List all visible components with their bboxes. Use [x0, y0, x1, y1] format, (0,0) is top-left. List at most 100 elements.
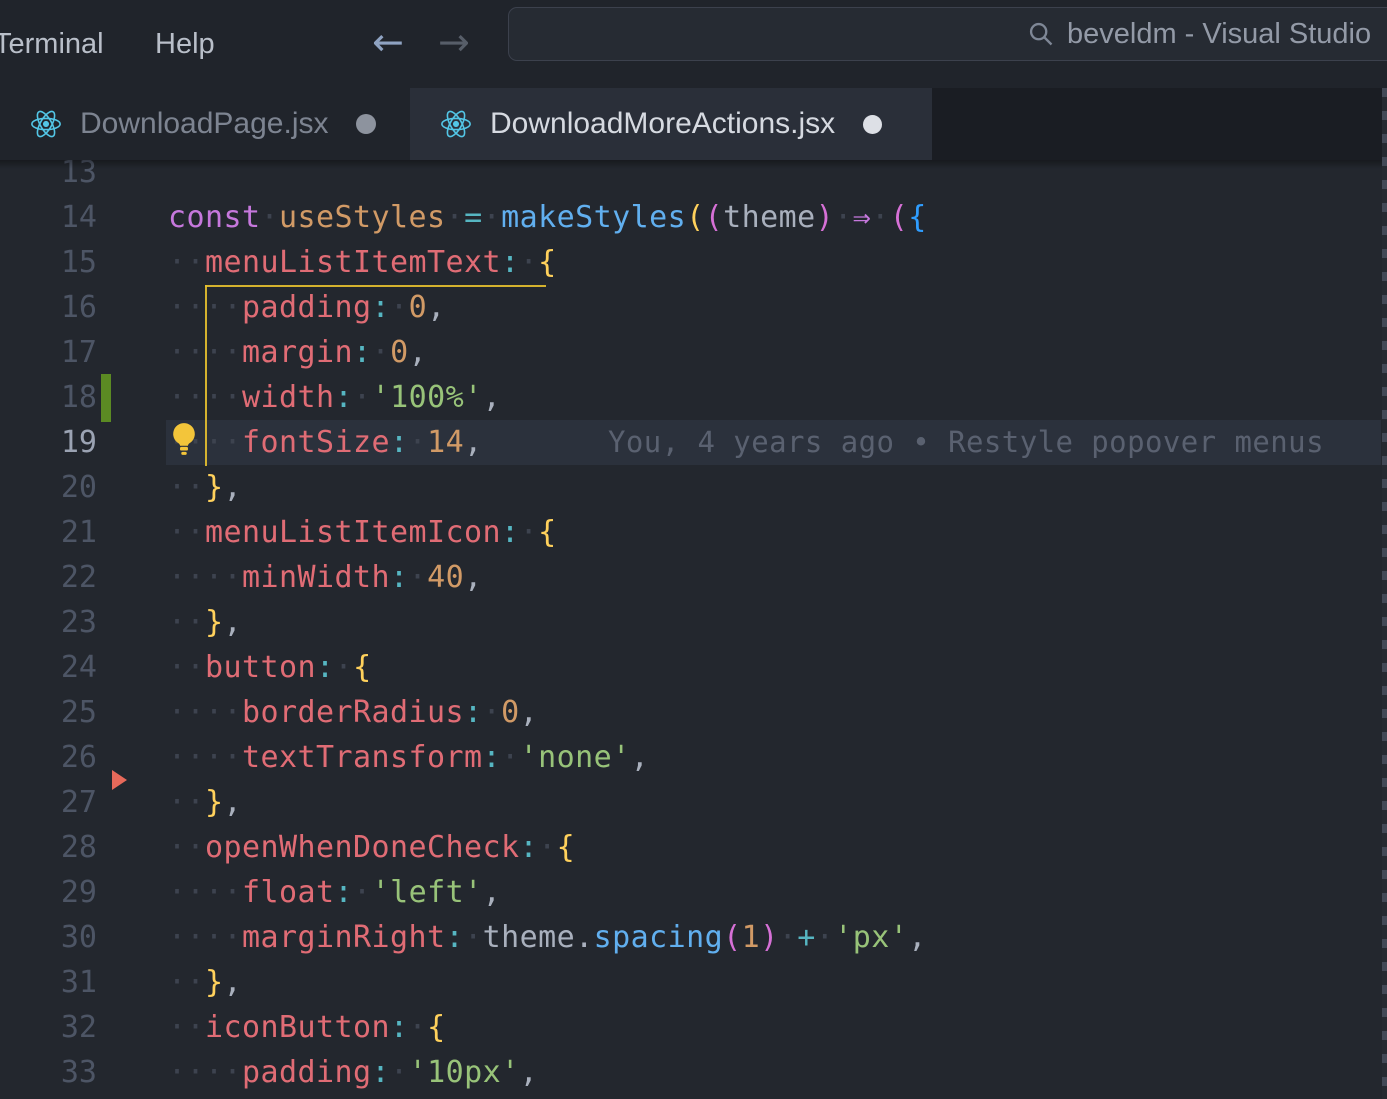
- line-number: 26: [0, 735, 97, 780]
- code-text: ····margin:·0,: [168, 330, 427, 375]
- modified-dot-icon[interactable]: [356, 114, 376, 134]
- line-number: 23: [0, 600, 97, 645]
- code-line[interactable]: 16 ····padding:·0,: [0, 285, 1387, 330]
- navigate-forward-icon[interactable]: →: [438, 0, 470, 88]
- tab-downloadmoreactions[interactable]: DownloadMoreActions.jsx: [410, 88, 932, 160]
- glyph-margin: [97, 645, 168, 690]
- vscode-window: Terminal Help ← → beveldm - Visual Studi…: [0, 0, 1387, 1099]
- line-number: 29: [0, 870, 97, 915]
- code-text: ··openWhenDoneCheck:·{: [168, 825, 575, 870]
- line-number: 17: [0, 330, 97, 375]
- glyph-margin: [97, 510, 168, 555]
- code-line[interactable]: 32 ··iconButton:·{: [0, 1005, 1387, 1050]
- code-text: ····float:·'left',: [168, 870, 501, 915]
- code-text: ····textTransform:·'none',: [168, 735, 649, 780]
- glyph-margin: [97, 420, 168, 465]
- glyph-margin: [97, 870, 168, 915]
- code-line[interactable]: 22 ····minWidth:·40,: [0, 555, 1387, 600]
- code-editor: 1314const·useStyles·=·makeStyles((theme)…: [0, 160, 1387, 1099]
- line-number: 15: [0, 240, 97, 285]
- code-text: ····padding:·'10px',: [168, 1050, 538, 1095]
- git-blame-annotation: You, 4 years ago • Restyle popover menus: [608, 420, 1324, 465]
- glyph-margin: [97, 600, 168, 645]
- glyph-margin: [97, 555, 168, 600]
- code-line[interactable]: 14 const·useStyles·=·makeStyles((theme)·⇒…: [0, 195, 1387, 240]
- code-line[interactable]: 26 ····textTransform:·'none',: [0, 735, 1387, 780]
- code-text: ····borderRadius:·0,: [168, 690, 538, 735]
- tab-label: DownloadMoreActions.jsx: [490, 107, 835, 141]
- navigate-back-icon[interactable]: ←: [372, 0, 404, 88]
- line-number: 25: [0, 690, 97, 735]
- code-line[interactable]: 28 ··openWhenDoneCheck:·{: [0, 825, 1387, 870]
- glyph-margin: [97, 195, 168, 240]
- glyph-margin: [97, 240, 168, 285]
- line-number: 20: [0, 465, 97, 510]
- glyph-margin: [97, 1050, 168, 1095]
- line-number: 16: [0, 285, 97, 330]
- code-rows: 1314const·useStyles·=·makeStyles((theme)…: [0, 160, 1387, 1095]
- line-number: 30: [0, 915, 97, 960]
- lightbulb-icon[interactable]: [170, 422, 198, 461]
- code-line[interactable]: 24 ··button:·{: [0, 645, 1387, 690]
- code-text: ····marginRight:·theme.spacing(1)·+·'px'…: [168, 915, 927, 960]
- code-line[interactable]: 19····fontSize:·14,You, 4 years ago • Re…: [0, 420, 1387, 465]
- menu-item-help[interactable]: Help: [155, 0, 215, 88]
- code-line[interactable]: 15 ··menuListItemText:·{: [0, 240, 1387, 285]
- line-number: 21: [0, 510, 97, 555]
- code-line[interactable]: 20 ··},: [0, 465, 1387, 510]
- glyph-margin: [97, 915, 168, 960]
- code-line[interactable]: 21 ··menuListItemIcon:·{: [0, 510, 1387, 555]
- code-line[interactable]: 31 ··},: [0, 960, 1387, 1005]
- code-text: ··menuListItemText:·{: [168, 240, 557, 285]
- code-text: ··button:·{: [168, 645, 372, 690]
- code-line[interactable]: 27 ··},: [0, 780, 1387, 825]
- gutter-marker-icon: [112, 770, 127, 790]
- line-number: 22: [0, 555, 97, 600]
- command-center-search[interactable]: beveldm - Visual Studio: [508, 7, 1387, 61]
- line-number: 24: [0, 645, 97, 690]
- line-number: 28: [0, 825, 97, 870]
- code-text: ··},: [168, 465, 242, 510]
- code-text: ··menuListItemIcon:·{: [168, 510, 557, 555]
- line-number: 31: [0, 960, 97, 1005]
- line-number: 33: [0, 1050, 97, 1095]
- code-line[interactable]: 17 ····margin:·0,: [0, 330, 1387, 375]
- title-bar: Terminal Help ← → beveldm - Visual Studi…: [0, 0, 1387, 88]
- code-line[interactable]: 30 ····marginRight:·theme.spacing(1)·+·'p…: [0, 915, 1387, 960]
- glyph-margin: [97, 465, 168, 510]
- minimap-strip[interactable]: [1382, 88, 1387, 1099]
- glyph-margin: [97, 780, 168, 825]
- glyph-margin: [97, 1005, 168, 1050]
- line-number: 32: [0, 1005, 97, 1050]
- search-icon: [1027, 20, 1055, 48]
- code-text: ··},: [168, 960, 242, 1005]
- tab-downloadpage[interactable]: DownloadPage.jsx: [0, 88, 410, 160]
- tab-shadow: [0, 160, 1387, 169]
- code-text: const·useStyles·=·makeStyles((theme)·⇒·(…: [168, 195, 927, 240]
- tab-label: DownloadPage.jsx: [80, 107, 328, 141]
- line-number: 18: [0, 375, 97, 420]
- code-line[interactable]: 29 ····float:·'left',: [0, 870, 1387, 915]
- glyph-margin: [97, 960, 168, 1005]
- line-number: 27: [0, 780, 97, 825]
- code-line[interactable]: 25 ····borderRadius:·0,: [0, 690, 1387, 735]
- code-text: ··iconButton:·{: [168, 1005, 446, 1050]
- tab-bar: DownloadPage.jsx DownloadMoreActions.jsx: [0, 88, 1387, 160]
- line-number: 14: [0, 195, 97, 240]
- glyph-margin: [97, 735, 168, 780]
- window-title-text: beveldm - Visual Studio: [1067, 18, 1371, 51]
- code-text: ··},: [168, 780, 242, 825]
- code-text: ····padding:·0,: [168, 285, 446, 330]
- glyph-margin: [97, 690, 168, 735]
- glyph-margin: [97, 285, 168, 330]
- react-file-icon: [438, 108, 474, 140]
- menu-item-terminal[interactable]: Terminal: [0, 0, 104, 88]
- git-added-indicator: [101, 374, 111, 422]
- glyph-margin: [97, 330, 168, 375]
- code-text: ····minWidth:·40,: [168, 555, 483, 600]
- glyph-margin: [97, 825, 168, 870]
- code-line[interactable]: 23··},: [0, 600, 1387, 645]
- code-line[interactable]: 18····width:·'100%',: [0, 375, 1387, 420]
- code-line[interactable]: 33 ····padding:·'10px',: [0, 1050, 1387, 1095]
- modified-dot-icon[interactable]: [863, 115, 882, 134]
